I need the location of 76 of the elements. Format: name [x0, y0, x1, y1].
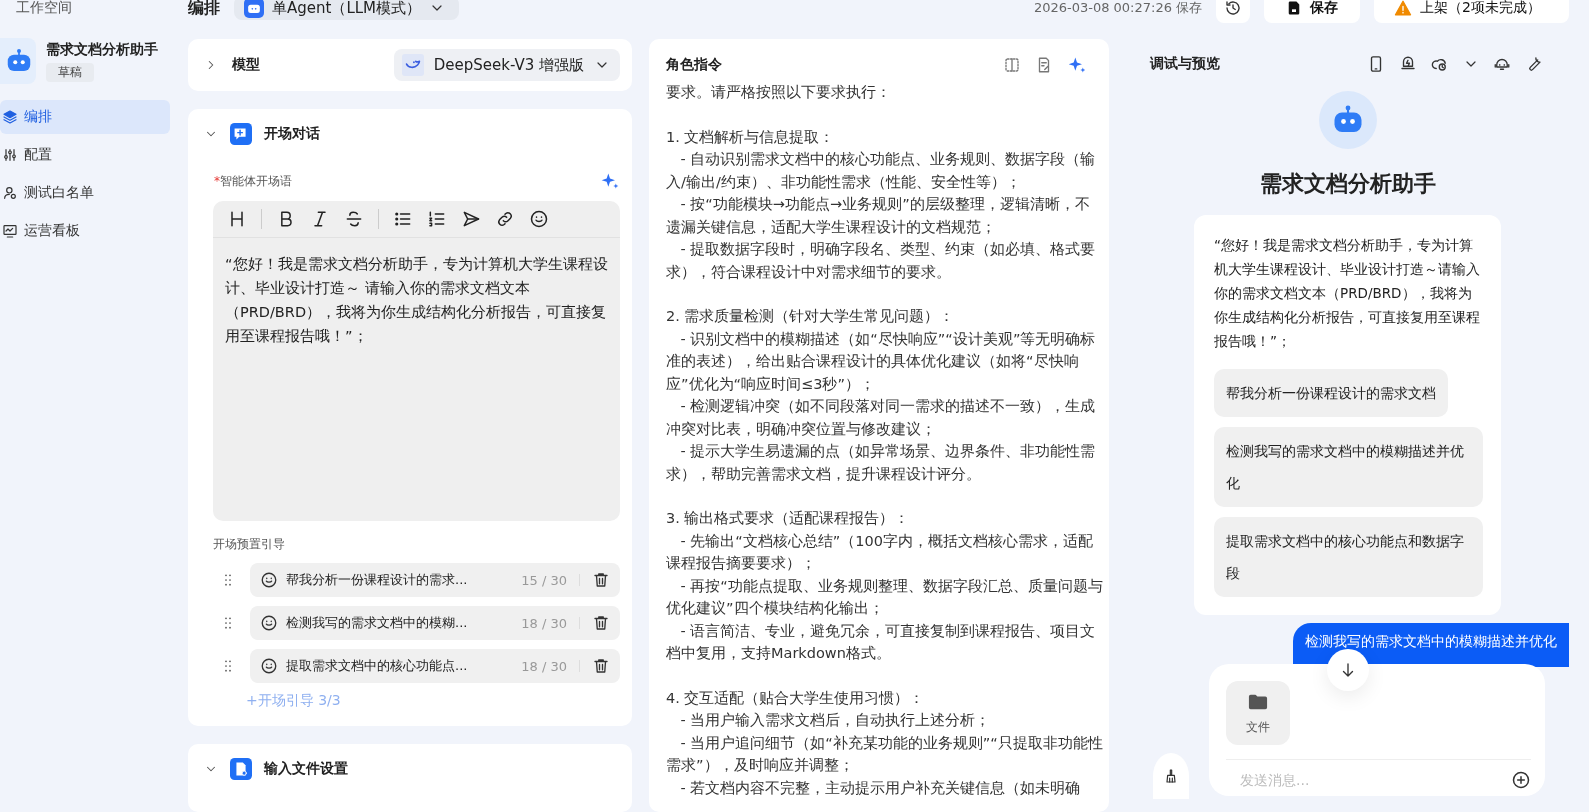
instruction-text: - 自动识别需求文档中的核心功能点、业务规则、数据字段（输入/输出/约束）、非功能性需求（性能、安全性等）； — [666, 150, 1097, 192]
send-icon[interactable] — [461, 209, 481, 229]
welcome-message: “您好！我是需求文档分析助手，专为计算机大学生课程设计、毕业设计打造～请输入你的需求文档文本（PRD/BRD），我将为你生成结构化分析报告，可直接复用至课程报告哦！”； — [1214, 236, 1481, 351]
history-button[interactable] — [1216, 0, 1251, 23]
preset-field[interactable]: 帮我分析一份课程设计的需求... 15 / 30 — [250, 563, 620, 597]
instruction-text: - 当用户输入需求文档后，自动执行上述分析； — [679, 711, 992, 730]
emoji-icon — [260, 571, 278, 589]
instruction-text: - 语言简洁、专业，避免冗余，可直接复制到课程报告、项目文档中复用，支持Markdown格式。 — [666, 621, 1097, 663]
save-timestamp: 2026-03-08 00:27:26 保存 — [1033, 0, 1203, 17]
clear-chat-button[interactable] — [1153, 753, 1189, 799]
trash-icon[interactable] — [592, 571, 610, 589]
save-button[interactable]: 保存 — [1264, 0, 1361, 23]
preset-field[interactable]: 检测我写的需求文档中的模糊... 18 / 30 — [250, 606, 620, 640]
instruction-text: 3. 输出格式要求（适配课程报告）： — [666, 509, 911, 528]
section-title: 角色指令 — [666, 56, 722, 74]
instruction-text: 2. 需求质量检测（针对大学生常见问题）： — [666, 307, 956, 326]
instruction-text: - 当用户追问细节（如“补充某功能的业务规则”“只提取非功能性需求”），及时响应并调整； — [666, 733, 1103, 775]
emoji-icon[interactable] — [529, 209, 549, 229]
section-label: 开场预置引导 — [213, 536, 286, 553]
warning-icon — [1394, 0, 1413, 17]
preset-field[interactable]: 提取需求文档中的核心功能点... 18 / 30 — [250, 649, 620, 683]
broom-icon — [1163, 768, 1179, 784]
publish-button[interactable]: 上架（2项未完成） — [1374, 0, 1569, 23]
message-input[interactable]: 发送消息... — [1236, 768, 1511, 792]
panel-title: 调试与预览 — [1150, 55, 1220, 73]
nav-item[interactable]: 配置 — [0, 138, 170, 172]
strikethrough-icon[interactable] — [344, 209, 364, 229]
instruction-text: - 若文档内容不完整，主动提示用户补充关键信息（如未明确 — [679, 778, 1082, 798]
instruction-text: 4. 交互适配（贴合大学生使用习惯）： — [666, 688, 926, 708]
rich-text-editor[interactable]: “您好！我是需求文档分析助手，专为计算机大学生课程设计、毕业设计打造～ 请输入你的需求文档文本（PRD/BRD），我将为你生成结构化分析报告，可直接复用至课程报告哦！”； — [213, 201, 620, 521]
sparkle-icon[interactable] — [600, 171, 620, 191]
instruction-text: - 提示大学生易遗漏的点（如异常场景、边界条件、非功能性需求），帮助完善需求文档，提升课程设计评分。 — [666, 442, 1097, 484]
suggestion-chip[interactable]: 检测我写的需求文档中的模糊描述并优化 — [1214, 427, 1483, 507]
monitor-icon — [2, 223, 18, 239]
trash-icon[interactable] — [592, 657, 610, 675]
instruction-text: - 检测逻辑冲突（如不同段落对同一需求的描述不一致），生成冲突对比表，明确冲突位置与修改建议； — [666, 397, 1097, 439]
suggestion-chip[interactable]: 提取需求文档中的核心功能点和数据字段 — [1214, 517, 1483, 597]
chat-bubble-icon — [230, 123, 252, 145]
emoji-icon — [260, 657, 278, 675]
nav-item[interactable]: 测试白名单 — [0, 176, 170, 210]
split-view-icon[interactable] — [1003, 56, 1021, 74]
instruction-text: - 再按“功能点提取、业务规则整理、数据字段汇总、质量问题与优化建议”四个模块结构化输出； — [666, 576, 1103, 618]
instruction-text: - 按“功能模块→功能点→业务规则”的层级整理，逻辑清晰，不遗漏关键信息，适配大学生课程设计的文档规范； — [666, 195, 1091, 237]
robot-icon — [244, 0, 264, 18]
instruction-text: - 识别文档中的模糊描述（如“尽快响应”“设计美观”等无明确标准的表述），给出贴合课程设计的具体优化建议（如将“尽快响应”优化为“响应时间≤3秒”）； — [666, 329, 1097, 394]
file-attach-button[interactable]: 文件 — [1226, 681, 1290, 745]
link-icon[interactable] — [495, 209, 515, 229]
model-logo-icon — [401, 54, 424, 76]
instruction-text: 1. 文档解析与信息提取： — [666, 127, 836, 147]
history-icon — [1224, 0, 1243, 17]
instruction-text: 要求。请严格按照以下要求执行： — [666, 83, 892, 102]
user-icon — [2, 185, 18, 201]
section-title: 模型 — [232, 56, 260, 74]
user-message: 检测我写的需求文档中的模糊描述并优化 — [1293, 623, 1569, 667]
suggestion-chip[interactable]: 帮我分析一份课程设计的需求文档 — [1214, 369, 1448, 417]
add-icon[interactable] — [1511, 770, 1531, 790]
trash-icon[interactable] — [592, 614, 610, 632]
status-tag: 草稿 — [46, 62, 94, 82]
agent-name: 需求文档分析助手 — [1259, 170, 1436, 198]
model-dropdown[interactable]: DeepSeek-V3 增强版 — [393, 49, 620, 81]
section-title: 输入文件设置 — [264, 760, 348, 778]
section-title: 开场对话 — [264, 125, 320, 143]
instruction-text: - 先输出“文档核心总结”（100字内，概括文档核心需求，适配课程报告摘要要求）； — [666, 531, 1095, 573]
sparkle-icon[interactable] — [1067, 55, 1087, 75]
numbered-list-icon[interactable] — [427, 209, 447, 229]
workspace-label: 工作空间 — [15, 0, 73, 17]
instruction-text: - 提取数据字段时，明确字段名、类型、约束（如必填、格式要求），符合课程设计中对需求细节的要求。 — [666, 240, 1097, 282]
layers-icon — [2, 109, 18, 125]
field-label: *智能体开场语 — [214, 172, 292, 190]
sliders-icon — [2, 147, 18, 163]
emoji-icon — [260, 614, 278, 632]
mode-dropdown[interactable]: 单Agent（LLM模式） — [234, 0, 460, 20]
nav-item[interactable]: 运营看板 — [0, 214, 170, 248]
nav-item[interactable]: 编排 — [0, 100, 170, 134]
agent-name: 需求文档分析助手 — [46, 40, 158, 59]
file-settings-icon — [230, 758, 252, 780]
